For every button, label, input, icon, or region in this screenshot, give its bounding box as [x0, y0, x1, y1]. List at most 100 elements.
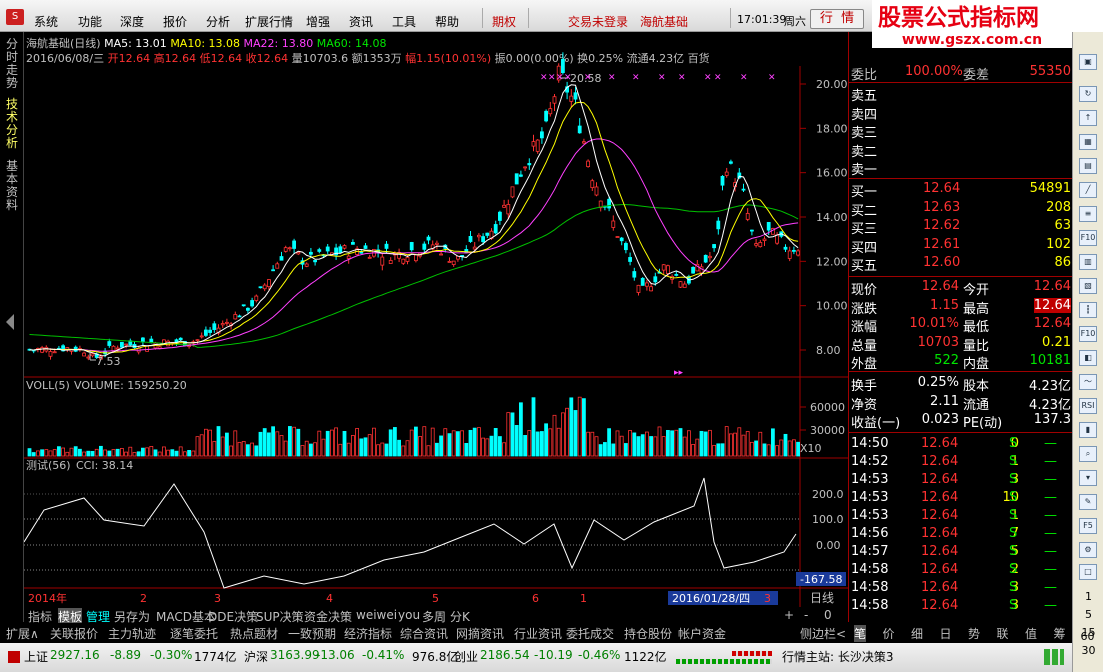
menu-news[interactable]: 资讯: [349, 13, 373, 30]
x-axis-label-mar: 3: [214, 592, 221, 605]
menu-tools[interactable]: 工具: [392, 13, 416, 30]
magnifier-icon[interactable]: ⌕: [1079, 446, 1097, 462]
side-tab[interactable]: 筹: [1054, 625, 1066, 642]
candlestick-chart[interactable]: 20.0018.0016.0014.0012.0010.008.00 20.58…: [24, 32, 848, 607]
menu-quote[interactable]: 报价: [163, 13, 187, 30]
rsi-icon[interactable]: RSI: [1079, 398, 1097, 414]
server-station[interactable]: 行情主站: 长沙决策3: [782, 648, 894, 665]
extension-tab[interactable]: 行业资讯: [514, 625, 562, 642]
extension-tab[interactable]: 扩展∧: [6, 625, 39, 642]
refresh-icon[interactable]: ↻: [1079, 86, 1097, 102]
stack-icon[interactable]: ▧: [1079, 278, 1097, 294]
volume-bar: [657, 426, 662, 457]
sh-index-label[interactable]: 上证: [24, 648, 48, 665]
candle-body: [531, 141, 536, 147]
bid-level-row: 买四 12.61 102: [849, 236, 1073, 256]
network-icon[interactable]: ⚙: [1079, 542, 1097, 558]
f10-alt-icon[interactable]: F10: [1079, 326, 1097, 342]
extension-tab[interactable]: 持仓股份: [624, 625, 672, 642]
extension-tab[interactable]: 综合资讯: [400, 625, 448, 642]
period-60min[interactable]: 60: [1072, 630, 1103, 643]
square-icon[interactable]: □: [1079, 564, 1097, 580]
extension-tab[interactable]: 逐笔委托: [170, 625, 218, 642]
volume-bar: [296, 428, 301, 457]
chart-area[interactable]: 海航基础(日线) MA5: 13.01 MA10: 13.08 MA22: 13…: [24, 32, 848, 607]
grid-icon[interactable]: ▤: [1079, 158, 1097, 174]
indicator-tab[interactable]: weiwei: [356, 608, 397, 622]
tick-price: 12.64: [921, 562, 959, 577]
login-status[interactable]: 交易未登录: [568, 13, 628, 30]
tick-price: 12.64: [921, 436, 959, 451]
tick-row: 14:53 12.64 1 S —: [849, 507, 1073, 525]
extension-tab[interactable]: 一致预期: [288, 625, 336, 642]
dropdown-icon[interactable]: ▾: [1079, 470, 1097, 486]
extension-tab[interactable]: 网摘资讯: [456, 625, 504, 642]
extension-tab[interactable]: 热点题材: [230, 625, 278, 642]
side-tab[interactable]: 笔: [854, 625, 867, 642]
kline-icon[interactable]: ┇: [1079, 302, 1097, 318]
period-label[interactable]: 日线: [810, 591, 834, 605]
menu-divider: [528, 8, 529, 28]
collapse-arrow-icon[interactable]: [6, 314, 14, 330]
sz-index-label[interactable]: 沪深: [244, 648, 268, 665]
capital-icon[interactable]: ◧: [1079, 350, 1097, 366]
ma10-line: [29, 101, 799, 354]
zoom-in-button[interactable]: +: [784, 608, 794, 622]
macd-icon[interactable]: 〜: [1079, 374, 1097, 390]
menu-system[interactable]: 系统: [34, 13, 58, 30]
menu-function[interactable]: 功能: [78, 13, 102, 30]
tick-row: 14:58 12.64 3 S —: [849, 579, 1073, 597]
extension-tab[interactable]: 主力轨迹: [108, 625, 156, 642]
extension-tab[interactable]: 帐户资金: [678, 625, 726, 642]
signal-icon: [1044, 649, 1064, 665]
side-tab[interactable]: 价: [883, 625, 895, 642]
bid-level-label: 买一: [851, 185, 878, 200]
volume-bar: [548, 428, 553, 457]
calendar-icon[interactable]: ▥: [1079, 254, 1097, 270]
zoom-reset-button[interactable]: 0: [824, 608, 832, 622]
quote-button[interactable]: 行 情: [810, 9, 864, 29]
side-tab[interactable]: 势: [968, 625, 980, 642]
menu-analysis[interactable]: 分析: [206, 13, 230, 30]
volume-bar: [573, 410, 578, 457]
tab-fundamentals[interactable]: 基本资料: [6, 160, 18, 212]
line-chart-icon[interactable]: ╱: [1079, 182, 1097, 198]
side-tab[interactable]: 值: [1025, 625, 1037, 642]
pencil-icon[interactable]: ✎: [1079, 494, 1097, 510]
zoom-out-button[interactable]: -: [804, 608, 808, 622]
settings-corner[interactable]: [1072, 654, 1103, 672]
menu-ext-quote[interactable]: 扩展行情: [245, 13, 293, 30]
indicator-tab[interactable]: you: [398, 608, 420, 622]
cy-index-label[interactable]: 创业: [454, 648, 478, 665]
window-icon[interactable]: ▣: [1079, 54, 1097, 70]
sidebar-toggle[interactable]: 侧边栏<: [800, 625, 846, 642]
low-annotation: 7.53: [96, 355, 121, 368]
tab-timeshare[interactable]: 分时走势: [6, 38, 18, 90]
bars-icon[interactable]: ▮: [1079, 422, 1097, 438]
candle-body: [586, 160, 590, 167]
menu-help[interactable]: 帮助: [435, 13, 459, 30]
f5-icon[interactable]: F5: [1079, 518, 1097, 534]
volume-bar: [166, 449, 171, 457]
volume-bar: [157, 451, 162, 457]
tab-technical[interactable]: 技术分析: [6, 98, 18, 150]
extension-tab[interactable]: 委托成交: [566, 625, 614, 642]
side-tab[interactable]: 联: [997, 625, 1009, 642]
up-arrow-icon[interactable]: ↑: [1079, 110, 1097, 126]
volume-bar: [371, 427, 376, 457]
period-1min[interactable]: 1: [1073, 590, 1103, 603]
menu-enhance[interactable]: 增强: [306, 13, 330, 30]
options-button[interactable]: 期权: [492, 13, 516, 30]
f10-icon[interactable]: F10: [1079, 230, 1097, 246]
side-tab[interactable]: 日: [940, 625, 952, 642]
extension-tab[interactable]: 关联报价: [50, 625, 98, 642]
list-icon[interactable]: ≡: [1079, 206, 1097, 222]
period-5min[interactable]: 5: [1073, 608, 1103, 621]
menu-depth[interactable]: 深度: [120, 13, 144, 30]
fund-stat-value: 0.25%: [917, 375, 959, 390]
table-icon[interactable]: ▦: [1079, 134, 1097, 150]
extension-tab[interactable]: 经济指标: [344, 625, 392, 642]
side-tab[interactable]: 细: [911, 625, 923, 642]
ask-level-row: 卖一: [849, 158, 1073, 178]
watermark-logo: 股票公式指标网: [872, 0, 1103, 32]
